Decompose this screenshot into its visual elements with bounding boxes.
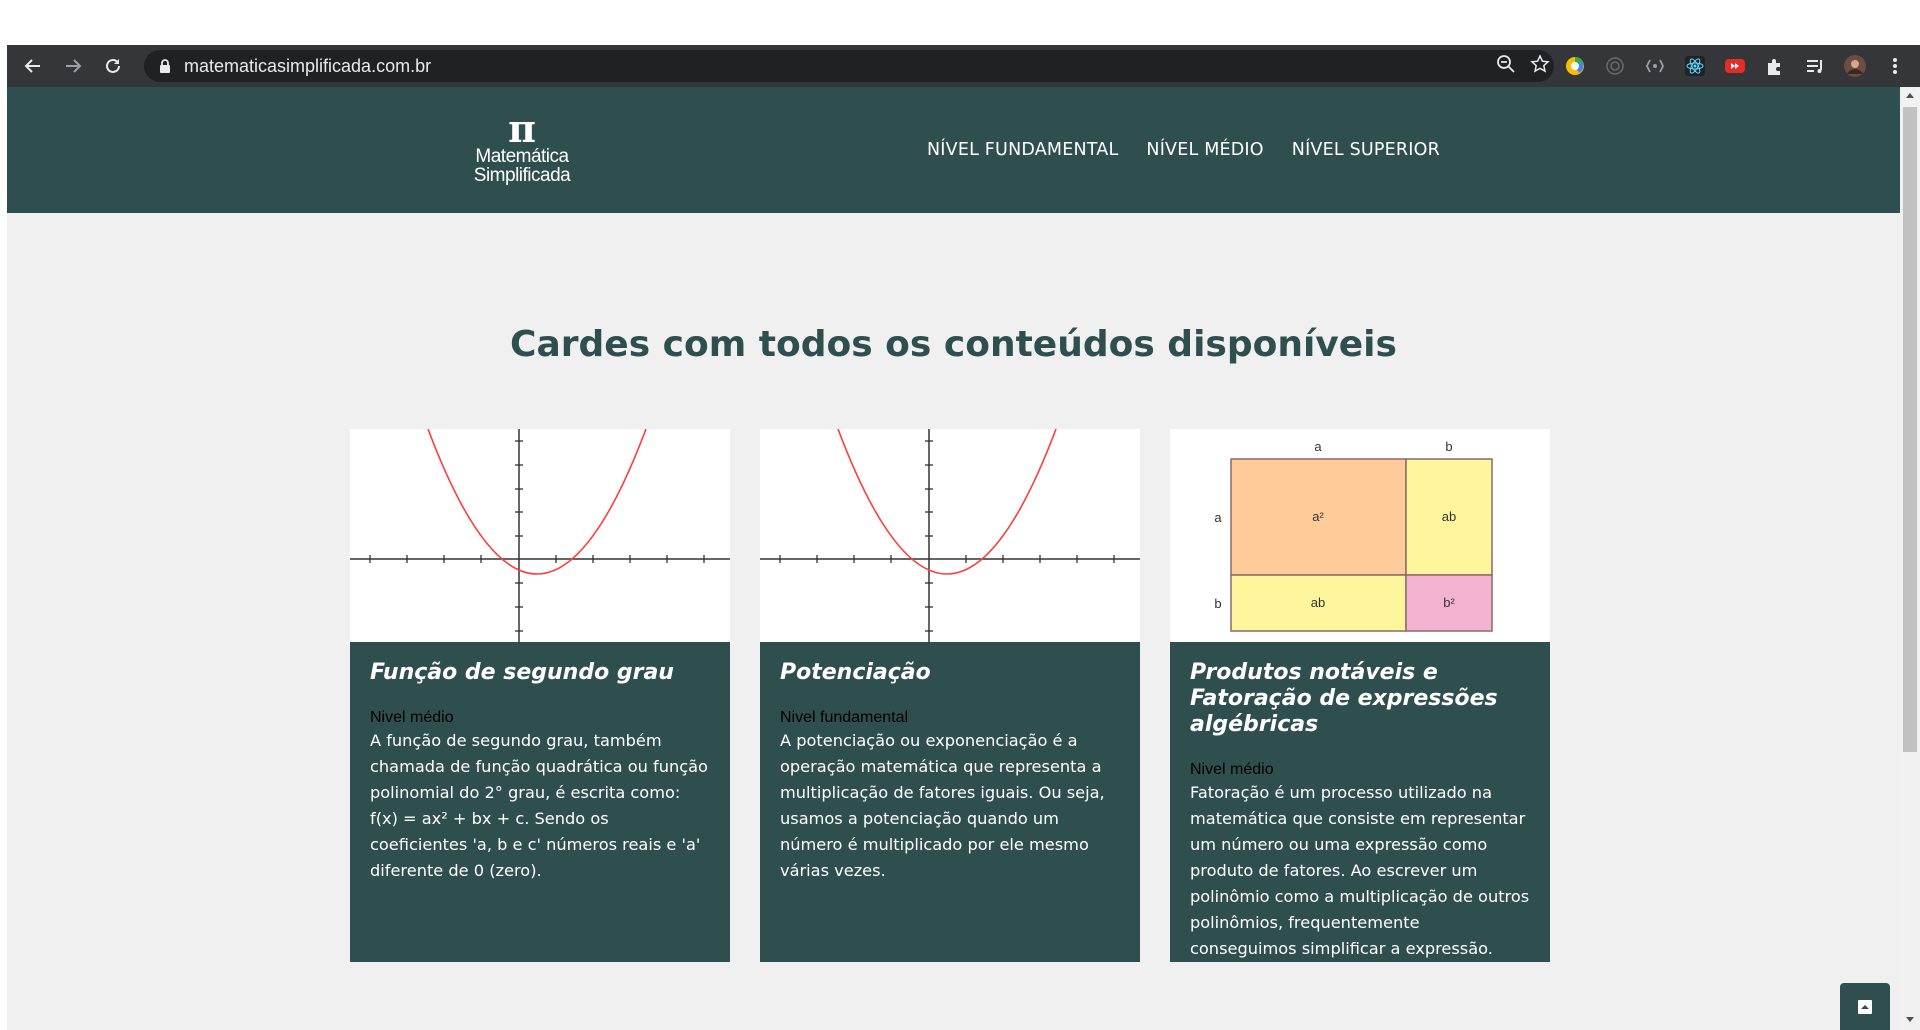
content-card-funcao-segundo-grau[interactable]: Função de segundo grau Nivel médio A fun… — [350, 429, 730, 962]
diagram-label-side-a: a — [1214, 510, 1222, 525]
nav-nivel-superior[interactable]: NÍVEL SUPERIOR — [1292, 140, 1440, 160]
card-level: Nivel médio — [370, 709, 454, 726]
puzzle-icon — [1768, 59, 1780, 75]
color-wheel-icon — [1566, 57, 1584, 75]
extension-video-speed[interactable] — [1722, 53, 1748, 79]
diagram-text-ab-top: ab — [1442, 509, 1456, 524]
logo-text: Matemática Simplificada — [467, 147, 577, 185]
logo-line-1: Matemática — [475, 146, 569, 167]
section-title: Cardes com todos os conteúdos disponívei… — [510, 324, 1397, 365]
card-title[interactable]: Função de segundo grau — [370, 660, 710, 686]
zoom-button[interactable] — [1496, 54, 1516, 79]
card-body: Potenciação Nivel fundamental A potencia… — [760, 642, 1140, 884]
more-vert-icon — [1893, 58, 1897, 74]
screen: matematicasimplificada.com.br π Matemáti… — [0, 0, 1920, 1030]
extension-react[interactable] — [1682, 53, 1708, 79]
reload-icon — [106, 58, 120, 73]
page-viewport: π Matemática Simplificada NÍVEL FUNDAMEN… — [7, 87, 1900, 1030]
card-level: Nivel fundamental — [780, 709, 909, 726]
fast-forward-icon — [1725, 59, 1745, 73]
extension-fingerprint[interactable] — [1602, 53, 1628, 79]
card-image-parabola — [350, 429, 730, 642]
card-body: Produtos notáveis e Fatoração de express… — [1170, 642, 1550, 962]
brackets-icon — [1645, 59, 1665, 73]
extensions-button[interactable] — [1762, 53, 1788, 79]
arrow-right-icon — [66, 59, 82, 73]
card-description: A potenciação ou exponenciação é a opera… — [780, 731, 1105, 880]
arrow-left-icon — [24, 59, 40, 73]
card-level: Nivel médio — [1190, 761, 1274, 778]
card-title[interactable]: Potenciação — [780, 660, 1120, 686]
card-description: A função de segundo grau, também chamada… — [370, 731, 708, 880]
content-card-potenciacao[interactable]: Potenciação Nivel fundamental A potencia… — [760, 429, 1140, 962]
extension-colorpick[interactable] — [1562, 53, 1588, 79]
url-text: matematicasimplificada.com.br — [184, 55, 432, 76]
card-image-area-diagram: a b a b a² ab ab b² — [1170, 429, 1550, 642]
diagram-label-side-b: b — [1214, 596, 1221, 611]
site-logo[interactable]: π Matemática Simplificada — [467, 106, 577, 191]
reading-list-icon — [1807, 60, 1822, 73]
reading-list-button[interactable] — [1802, 53, 1828, 79]
profile-avatar[interactable] — [1842, 53, 1868, 79]
forward-button[interactable] — [53, 45, 93, 87]
back-button[interactable] — [13, 45, 53, 87]
scroll-down-arrow[interactable] — [1906, 1017, 1914, 1022]
diagram-text-ab-bottom: ab — [1311, 595, 1325, 610]
back-to-top-button[interactable] — [1840, 983, 1890, 1030]
logo-line-2: Simplificada — [473, 165, 571, 186]
react-icon — [1685, 56, 1705, 76]
site-header: π Matemática Simplificada NÍVEL FUNDAMEN… — [7, 87, 1900, 213]
lock-icon — [160, 59, 170, 73]
diagram-text-a2: a² — [1312, 509, 1324, 524]
card-body: Função de segundo grau Nivel médio A fun… — [350, 642, 730, 884]
zoom-icon — [1497, 54, 1515, 73]
fingerprint-icon — [1606, 57, 1624, 75]
diagram-text-b2: b² — [1443, 595, 1455, 610]
card-image-parabola — [760, 429, 1140, 642]
content-card-produtos-notaveis[interactable]: a b a b a² ab ab b² Produtos notáveis e … — [1170, 429, 1550, 962]
nav-nivel-medio[interactable]: NÍVEL MÉDIO — [1146, 140, 1263, 160]
logo-pi-symbol: π — [508, 106, 536, 151]
avatar-icon — [1844, 55, 1866, 77]
parabola-graph — [350, 429, 730, 642]
arrow-up-icon — [1858, 999, 1872, 1014]
scroll-thumb[interactable] — [1903, 107, 1917, 752]
browser-toolbar: matematicasimplificada.com.br — [7, 45, 1920, 87]
bookmark-button[interactable] — [1530, 53, 1550, 79]
nav-nivel-fundamental[interactable]: NÍVEL FUNDAMENTAL — [927, 140, 1118, 160]
browser-menu-button[interactable] — [1882, 53, 1908, 79]
card-title[interactable]: Produtos notáveis e Fatoração de express… — [1190, 660, 1530, 738]
scroll-up-arrow[interactable] — [1906, 93, 1914, 98]
card-description: Fatoração é um processo utilizado na mat… — [1190, 783, 1530, 958]
main-nav: NÍVEL FUNDAMENTAL NÍVEL MÉDIO NÍVEL SUPE… — [927, 87, 1440, 213]
reload-button[interactable] — [93, 45, 133, 87]
extension-dev[interactable] — [1642, 53, 1668, 79]
area-diagram: a b a b a² ab ab b² — [1214, 439, 1493, 632]
star-icon — [1530, 53, 1550, 73]
diagram-label-top-a: a — [1314, 439, 1322, 454]
address-bar[interactable]: matematicasimplificada.com.br — [144, 50, 1554, 82]
diagram-label-top-b: b — [1445, 439, 1452, 454]
parabola-graph — [760, 429, 1140, 642]
vertical-scrollbar[interactable] — [1900, 87, 1920, 1030]
